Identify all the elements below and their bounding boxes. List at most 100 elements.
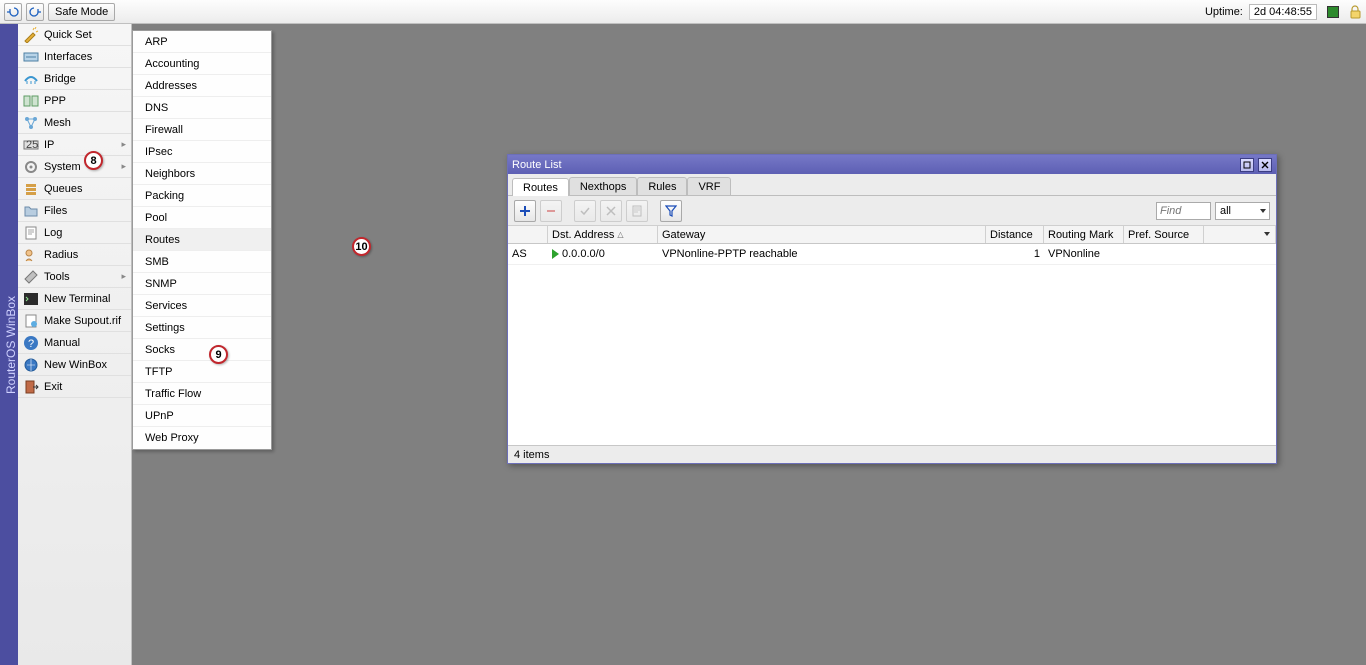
sidebar-item-queues[interactable]: Queues xyxy=(18,178,131,200)
sidebar-item-interfaces[interactable]: Interfaces xyxy=(18,46,131,68)
submenu-item-smb[interactable]: SMB xyxy=(133,251,271,273)
table-row[interactable]: AS0.0.0.0/0VPNonline-PPTP reachable1VPNo… xyxy=(508,244,1276,265)
column-dst-address[interactable]: Dst. Address△ xyxy=(548,226,658,243)
submenu-item-accounting[interactable]: Accounting xyxy=(133,53,271,75)
filter-dropdown[interactable]: all xyxy=(1215,202,1270,220)
safe-mode-button[interactable]: Safe Mode xyxy=(48,3,115,21)
tab-rules[interactable]: Rules xyxy=(637,177,687,195)
column-gateway[interactable]: Gateway xyxy=(658,226,986,243)
column-routing-mark[interactable]: Routing Mark xyxy=(1044,226,1124,243)
tools-icon xyxy=(23,269,39,285)
submenu-item-label: Socks xyxy=(145,344,175,356)
find-input[interactable] xyxy=(1156,202,1211,220)
submenu-item-dns[interactable]: DNS xyxy=(133,97,271,119)
submenu-item-label: Firewall xyxy=(145,124,183,136)
submenu-item-snmp[interactable]: SNMP xyxy=(133,273,271,295)
sidebar-item-system[interactable]: System▸ xyxy=(18,156,131,178)
undo-button[interactable] xyxy=(4,3,22,21)
sidebar-item-label: Files xyxy=(44,205,67,217)
grid-header: Dst. Address△ Gateway Distance Routing M… xyxy=(508,226,1276,244)
uptime-value: 2d 04:48:55 xyxy=(1249,4,1317,20)
sidebar-item-mesh[interactable]: Mesh xyxy=(18,112,131,134)
submenu-item-label: Accounting xyxy=(145,58,199,70)
sidebar-item-bridge[interactable]: Bridge xyxy=(18,68,131,90)
sidebar-item-label: Mesh xyxy=(44,117,71,129)
mesh-icon xyxy=(23,115,39,131)
sidebar-item-label: Exit xyxy=(44,381,62,393)
cell-gateway: VPNonline-PPTP reachable xyxy=(658,248,986,260)
sidebar-item-tools[interactable]: Tools▸ xyxy=(18,266,131,288)
sidebar-item-new-terminal[interactable]: New Terminal xyxy=(18,288,131,310)
submenu-item-tftp[interactable]: TFTP xyxy=(133,361,271,383)
sidebar-item-label: Log xyxy=(44,227,62,239)
window-titlebar[interactable]: Route List xyxy=(508,155,1276,174)
winbox-icon xyxy=(23,357,39,373)
sidebar-item-files[interactable]: Files xyxy=(18,200,131,222)
route-list-window: Route List Routes NexthopsRules VRF xyxy=(507,154,1277,464)
comment-button[interactable] xyxy=(626,200,648,222)
submenu-item-routes[interactable]: Routes xyxy=(133,229,271,251)
submenu-item-packing[interactable]: Packing xyxy=(133,185,271,207)
window-close-button[interactable] xyxy=(1258,158,1272,172)
window-minimize-button[interactable] xyxy=(1240,158,1254,172)
annotation-10: 10 xyxy=(352,237,371,256)
filter-button[interactable] xyxy=(660,200,682,222)
column-flags[interactable] xyxy=(508,226,548,243)
tab-label: VRF xyxy=(698,181,720,193)
submenu-item-label: Addresses xyxy=(145,80,197,92)
sidebar: Quick SetInterfaces Bridge PPP Mesh 255IP▸Sy… xyxy=(18,24,132,665)
supout-icon xyxy=(23,313,39,329)
enable-button[interactable] xyxy=(574,200,596,222)
submenu-item-label: Packing xyxy=(145,190,184,202)
column-distance[interactable]: Distance xyxy=(986,226,1044,243)
sidebar-item-radius[interactable]: Radius xyxy=(18,244,131,266)
annotation-8: 8 xyxy=(84,151,103,170)
plus-icon xyxy=(519,205,531,217)
system-icon xyxy=(23,159,39,175)
remove-button[interactable] xyxy=(540,200,562,222)
sidebar-item-make-supout-rif[interactable]: Make Supout.rif xyxy=(18,310,131,332)
submenu-item-upnp[interactable]: UPnP xyxy=(133,405,271,427)
submenu-item-firewall[interactable]: Firewall xyxy=(133,119,271,141)
sidebar-item-exit[interactable]: Exit xyxy=(18,376,131,398)
submenu-item-pool[interactable]: Pool xyxy=(133,207,271,229)
column-pref-source[interactable]: Pref. Source xyxy=(1124,226,1204,243)
sidebar-item-ip[interactable]: 255IP▸ xyxy=(18,134,131,156)
sidebar-item-manual[interactable]: ?Manual xyxy=(18,332,131,354)
sidebar-item-label: Bridge xyxy=(44,73,76,85)
submenu-item-label: DNS xyxy=(145,102,168,114)
sidebar-item-log[interactable]: Log xyxy=(18,222,131,244)
interfaces-icon xyxy=(23,49,39,65)
status-text: 4 items xyxy=(514,449,549,461)
submenu-item-traffic-flow[interactable]: Traffic Flow xyxy=(133,383,271,405)
submenu-item-services[interactable]: Services xyxy=(133,295,271,317)
disable-button[interactable] xyxy=(600,200,622,222)
submenu-item-arp[interactable]: ARP xyxy=(133,31,271,53)
sidebar-item-label: Manual xyxy=(44,337,80,349)
terminal-icon xyxy=(23,291,39,307)
column-menu[interactable] xyxy=(1204,226,1276,243)
submenu-item-label: SNMP xyxy=(145,278,177,290)
submenu-item-label: IPsec xyxy=(145,146,173,158)
tab-routes[interactable]: Routes xyxy=(512,178,569,196)
submenu-item-neighbors[interactable]: Neighbors xyxy=(133,163,271,185)
submenu-item-socks[interactable]: Socks xyxy=(133,339,271,361)
cell-dst-address: 0.0.0.0/0 xyxy=(548,248,658,260)
check-icon xyxy=(579,205,591,217)
sidebar-item-quick-set[interactable]: Quick Set xyxy=(18,24,131,46)
sidebar-item-label: Make Supout.rif xyxy=(44,315,121,327)
submenu-item-web-proxy[interactable]: Web Proxy xyxy=(133,427,271,449)
sidebar-item-new-winbox[interactable]: New WinBox xyxy=(18,354,131,376)
tab-vrf[interactable]: VRF xyxy=(687,177,731,195)
tab-label: Routes xyxy=(523,182,558,194)
uptime-label: Uptime: xyxy=(1205,6,1243,18)
sidebar-item-label: Tools xyxy=(44,271,70,283)
add-button[interactable] xyxy=(514,200,536,222)
submenu-item-settings[interactable]: Settings xyxy=(133,317,271,339)
tab-nexthops[interactable]: Nexthops xyxy=(569,177,637,195)
submenu-item-ipsec[interactable]: IPsec xyxy=(133,141,271,163)
sidebar-item-ppp[interactable]: PPP xyxy=(18,90,131,112)
redo-button[interactable] xyxy=(26,3,44,21)
submenu-item-addresses[interactable]: Addresses xyxy=(133,75,271,97)
lock-icon[interactable] xyxy=(1349,5,1362,19)
